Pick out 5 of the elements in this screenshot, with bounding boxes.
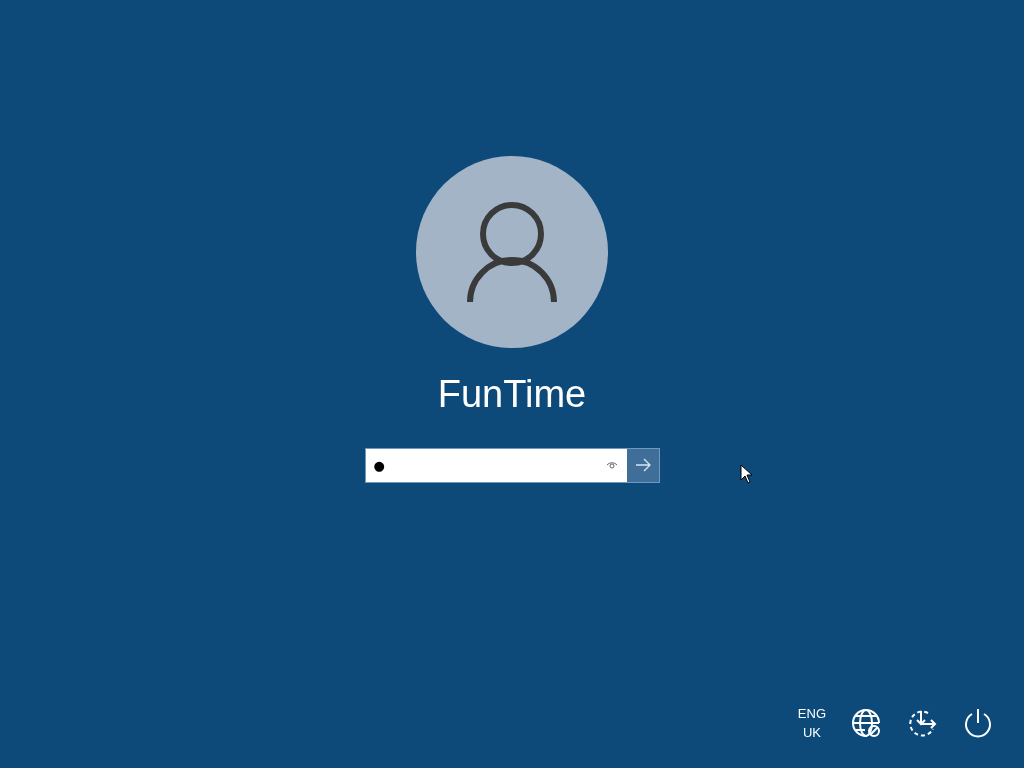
language-indicator[interactable]: ENG UK: [797, 704, 826, 742]
mouse-cursor-icon: [740, 464, 753, 484]
power-icon[interactable]: [962, 707, 994, 739]
network-disconnected-icon[interactable]: [850, 707, 882, 739]
user-name: FunTime: [437, 372, 587, 417]
